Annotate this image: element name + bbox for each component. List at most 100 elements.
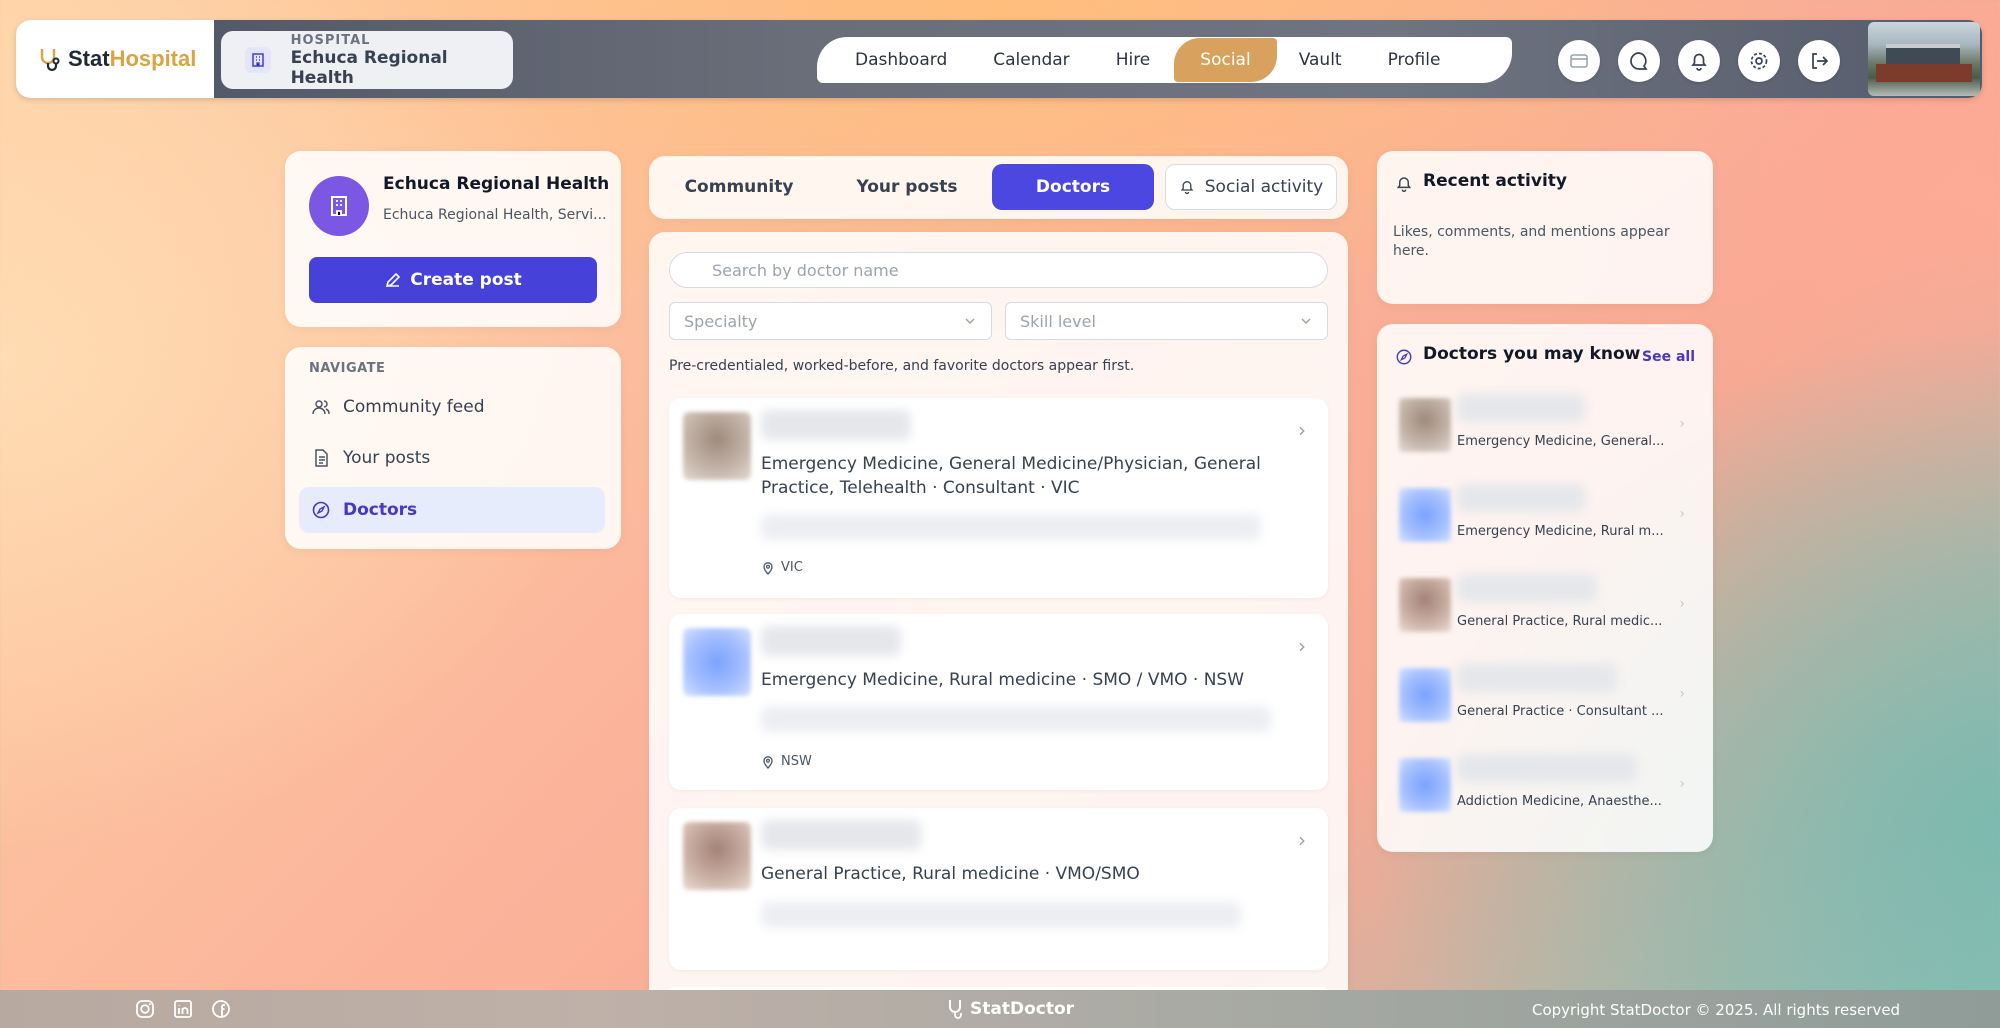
doctor-card[interactable]: Emergency Medicine, Rural medicine · SMO… xyxy=(669,614,1328,790)
nav-social[interactable]: Social xyxy=(1174,38,1277,82)
feed-hint: Pre-credentialed, worked-before, and fav… xyxy=(669,358,1135,374)
card-icon[interactable] xyxy=(1558,40,1600,82)
doctor-specialty: General Practice, Rural medicine · VMO/S… xyxy=(761,864,1140,884)
tab-community[interactable]: Community xyxy=(661,164,817,210)
doctor-avatar xyxy=(1399,398,1451,452)
compass-icon xyxy=(312,501,330,519)
sidebar-item-label: Doctors xyxy=(343,500,418,520)
chevron-right-icon: › xyxy=(1298,634,1306,658)
skill-level-placeholder: Skill level xyxy=(1020,311,1096,331)
chevron-right-icon: › xyxy=(1679,416,1685,432)
linkedin-icon[interactable] xyxy=(172,998,194,1020)
chevron-right-icon: › xyxy=(1679,596,1685,612)
tab-social-activity[interactable]: Social activity xyxy=(1165,164,1337,210)
navigate-label: NAVIGATE xyxy=(309,361,386,376)
specialty-select[interactable]: Specialty xyxy=(669,302,992,340)
compass-icon xyxy=(1396,349,1412,365)
doctor-specialty: Emergency Medicine, Rural medicine · SMO… xyxy=(761,670,1245,690)
suggested-doctor-specialty: General Practice · Consultant ... xyxy=(1457,704,1664,719)
chevron-right-icon: › xyxy=(1679,776,1685,792)
specialty-placeholder: Specialty xyxy=(684,311,758,331)
building-icon xyxy=(309,176,369,236)
chat-icon[interactable] xyxy=(1618,40,1660,82)
doctor-avatar xyxy=(1399,488,1451,542)
suggested-doctor[interactable]: General Practice, Rural medic... › xyxy=(1399,574,1693,632)
nav-hire[interactable]: Hire xyxy=(1116,50,1151,70)
profile-card: Echuca Regional Health Echuca Regional H… xyxy=(285,151,621,327)
stethoscope-logo-icon xyxy=(40,49,60,72)
doctor-avatar xyxy=(683,628,751,696)
nav-vault[interactable]: Vault xyxy=(1299,50,1342,70)
instagram-icon[interactable] xyxy=(134,998,156,1020)
create-post-label: Create post xyxy=(410,270,522,290)
navigate-card: NAVIGATE Community feed Your posts Docto… xyxy=(285,347,621,549)
doctor-specialty: Emergency Medicine, General Medicine/Phy… xyxy=(761,454,1261,498)
pencil-icon xyxy=(386,272,401,288)
brand-stat: Stat xyxy=(68,46,110,71)
search-input[interactable] xyxy=(669,252,1328,288)
doctor-avatar xyxy=(683,412,751,480)
social-tabs: Community Your posts Doctors Social acti… xyxy=(649,156,1348,219)
doctor-avatar xyxy=(1399,668,1451,722)
bell-icon xyxy=(1180,181,1194,195)
tab-your-posts[interactable]: Your posts xyxy=(829,164,985,210)
doctor-avatar xyxy=(683,822,751,890)
doctor-card[interactable]: Emergency Medicine, General Medicine/Phy… xyxy=(669,398,1328,598)
recent-activity-card: Recent activity Likes, comments, and men… xyxy=(1377,151,1713,304)
skill-level-select[interactable]: Skill level xyxy=(1005,302,1328,340)
tab-social-activity-label: Social activity xyxy=(1204,177,1324,197)
sidebar-item-community-feed[interactable]: Community feed xyxy=(299,384,605,430)
social-links xyxy=(134,998,232,1020)
doctor-card[interactable]: General Practice, Rural medicine · VMO/S… xyxy=(669,808,1328,970)
map-pin-icon xyxy=(763,561,773,575)
nav-dashboard[interactable]: Dashboard xyxy=(855,50,947,70)
stethoscope-logo-icon xyxy=(949,1000,962,1019)
recent-activity-body: Likes, comments, and mentions appear her… xyxy=(1393,224,1670,259)
doctors-you-may-know-title: Doctors you may know xyxy=(1423,344,1641,364)
doctor-name-blurred xyxy=(761,626,901,656)
copyright: Copyright StatDoctor © 2025. All rights … xyxy=(1532,1001,1901,1019)
logout-icon[interactable] xyxy=(1798,40,1840,82)
suggested-doctor[interactable]: Addiction Medicine, Anaesthe... › xyxy=(1399,754,1693,812)
doctor-location: NSW xyxy=(761,754,812,769)
suggested-doctor-specialty: Emergency Medicine, General... xyxy=(1457,434,1665,449)
chevron-right-icon: › xyxy=(1679,686,1685,702)
suggested-doctor-specialty: General Practice, Rural medic... xyxy=(1457,614,1663,629)
chevron-down-icon xyxy=(965,318,975,325)
sidebar-item-your-posts[interactable]: Your posts xyxy=(299,435,605,481)
suggested-doctor[interactable]: Emergency Medicine, General... › xyxy=(1399,394,1693,452)
doctors-you-may-know-card: Doctors you may know See all Emergency M… xyxy=(1377,324,1713,852)
hospital-kicker: HOSPITAL xyxy=(290,32,371,48)
hospital-switcher[interactable]: HOSPITAL Echuca Regional Health xyxy=(221,31,513,89)
brand-hospital: Hospital xyxy=(109,46,197,71)
footer-brand: StatDoctor xyxy=(946,998,1074,1020)
suggested-doctor[interactable]: General Practice · Consultant ... › xyxy=(1399,664,1693,722)
see-all-link[interactable]: See all xyxy=(1642,349,1695,365)
nav-profile[interactable]: Profile xyxy=(1388,50,1441,70)
top-nav: Dashboard Calendar Hire Social Vault Pro… xyxy=(817,37,1512,83)
suggested-doctor-specialty: Addiction Medicine, Anaesthe... xyxy=(1457,794,1662,809)
chevron-right-icon: › xyxy=(1679,506,1685,522)
recent-activity-title: Recent activity xyxy=(1423,171,1567,191)
hospital-avatar[interactable] xyxy=(1868,22,1980,96)
nav-calendar[interactable]: Calendar xyxy=(993,50,1069,70)
footer: StatDoctor Copyright StatDoctor © 2025. … xyxy=(0,990,2000,1028)
doctor-avatar xyxy=(1399,578,1451,632)
chevron-right-icon: › xyxy=(1298,418,1306,442)
doctor-name-blurred xyxy=(761,410,911,440)
gear-icon[interactable] xyxy=(1738,40,1780,82)
create-post-button[interactable]: Create post xyxy=(309,257,597,303)
tab-doctors[interactable]: Doctors xyxy=(992,164,1154,210)
bell-icon[interactable] xyxy=(1678,40,1720,82)
sidebar-item-label: Your posts xyxy=(343,448,431,468)
sidebar-item-label: Community feed xyxy=(343,397,485,417)
users-icon xyxy=(312,400,330,415)
org-subtitle: Echuca Regional Health, Servi... xyxy=(383,207,607,223)
suggested-doctor[interactable]: Emergency Medicine, Rural m... › xyxy=(1399,484,1693,542)
sidebar-item-doctors[interactable]: Doctors xyxy=(299,487,605,533)
logo[interactable]: StatHospital xyxy=(16,20,214,98)
facebook-icon[interactable] xyxy=(210,998,232,1020)
chevron-down-icon xyxy=(1301,318,1311,325)
building-icon xyxy=(245,47,271,73)
hospital-name: Echuca Regional Health xyxy=(290,47,448,88)
